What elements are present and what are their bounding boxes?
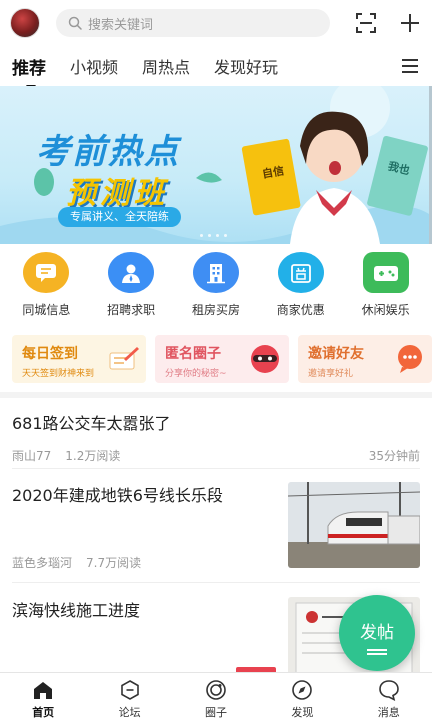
bottom-nav: 首页 论坛 圈子 发现 消息 (0, 672, 432, 720)
post-button-lines-icon (367, 648, 387, 651)
tab-discover-fun[interactable]: 发现好玩 (214, 54, 278, 78)
banner-title-line2: 预测班 (66, 176, 168, 211)
daily-checkin-card[interactable]: 每日签到 天天签到财神来到 (12, 335, 146, 383)
circle-icon (206, 680, 226, 700)
banner-tagline: 专属讲义、全天陪练 (58, 207, 181, 227)
banner-title-line1: 考前热点 (36, 132, 180, 172)
nav-label: 圈子 (204, 706, 227, 719)
nav-circle[interactable]: 圈子 (186, 673, 246, 720)
feed-time: 35分钟前 (368, 449, 420, 463)
quick-entry-housing[interactable]: 租房买房 (177, 252, 255, 318)
feed-title: 681路公交车太嚣张了 (12, 414, 171, 433)
nav-home[interactable]: 首页 (13, 673, 73, 720)
feed-meta: 蓝色多瑙河 7.7万阅读 (12, 554, 155, 571)
plus-icon[interactable] (398, 11, 422, 35)
feed-item[interactable]: 2020年建成地铁6号线长乐段 蓝色多瑙河 7.7万阅读 (12, 482, 420, 574)
feed-divider (12, 582, 420, 583)
pagination-dot (200, 234, 203, 237)
anonymous-circle-card[interactable]: 匿名圈子 分享你的秘密~ (155, 335, 289, 383)
pencil-icon (109, 347, 139, 370)
category-tabs: 推荐 小视频 周热点 发现好玩 (0, 46, 432, 88)
quick-entry-merchant-deals[interactable]: 商家优惠 (262, 252, 340, 318)
post-button[interactable]: 发帖 (339, 595, 415, 671)
search-icon (68, 16, 82, 30)
chat-bubble-icon (398, 345, 422, 373)
quick-entry-row: 同城信息 招聘求职 租房买房 商家优惠 休闲娱乐 (0, 252, 432, 318)
nav-messages[interactable]: 消息 (359, 673, 419, 720)
quick-entry-local-info[interactable]: 同城信息 (7, 252, 85, 318)
tab-recommend[interactable]: 推荐 (12, 54, 46, 88)
feed-item[interactable]: 681路公交车太嚣张了 雨山77 1.2万阅读 35分钟前 (12, 410, 420, 464)
section-divider (0, 392, 432, 398)
feed-divider (12, 468, 420, 469)
post-button-label: 发帖 (360, 622, 394, 643)
nav-label: 消息 (377, 706, 400, 719)
nav-label: 首页 (32, 706, 55, 719)
message-icon (378, 680, 399, 701)
promo-banner[interactable]: 考前热点 预测班 专属讲义、全天陪练 自信 我也 (0, 86, 432, 244)
feed-author: 蓝色多瑙河 (12, 556, 73, 570)
search-input[interactable]: 搜索关键词 (56, 9, 330, 37)
feature-cards: 每日签到 天天签到财神来到 匿名圈子 分享你的秘密~ 邀请好友 邀请享好礼 (12, 335, 432, 383)
game-icon (362, 252, 409, 293)
compass-icon (292, 680, 313, 700)
quick-entry-label: 休闲娱乐 (361, 303, 410, 317)
quick-entry-leisure[interactable]: 休闲娱乐 (347, 252, 425, 318)
avatar[interactable] (10, 8, 40, 38)
feed-author: 雨山77 (12, 449, 52, 463)
person-icon (108, 252, 155, 293)
tab-weekly-hot[interactable]: 周热点 (142, 54, 190, 78)
tab-short-video[interactable]: 小视频 (70, 54, 118, 78)
pagination-dot (224, 234, 227, 237)
scan-icon[interactable] (354, 11, 378, 35)
feed-reads: 7.7万阅读 (86, 556, 142, 570)
nav-discover[interactable]: 发现 (272, 673, 332, 720)
search-placeholder: 搜索关键词 (88, 17, 154, 33)
quick-entry-label: 租房买房 (191, 303, 240, 317)
home-icon (34, 682, 53, 699)
quick-entry-label: 招聘求职 (107, 303, 156, 317)
feed-title: 2020年建成地铁6号线长乐段 (12, 486, 223, 505)
building-icon (192, 252, 239, 293)
quick-entry-jobs[interactable]: 招聘求职 (92, 252, 170, 318)
quick-entry-label: 商家优惠 (276, 303, 325, 317)
feed-thumbnail (288, 482, 420, 568)
chat-bubble-icon (23, 252, 70, 293)
nav-label: 论坛 (118, 706, 141, 719)
pagination-dot (216, 234, 219, 237)
nav-forum[interactable]: 论坛 (100, 673, 160, 720)
feed-title: 滨海快线施工进度 (12, 601, 141, 620)
quick-entry-label: 同城信息 (22, 303, 71, 317)
invite-friends-card[interactable]: 邀请好友 邀请享好礼 (298, 335, 432, 383)
feed-reads: 1.2万阅读 (65, 449, 121, 463)
shop-icon (277, 252, 324, 293)
feed-meta: 雨山77 1.2万阅读 35分钟前 (12, 447, 420, 464)
top-bar: 搜索关键词 (0, 0, 432, 46)
masked-face-icon (251, 345, 279, 373)
menu-icon[interactable] (401, 58, 419, 74)
banner-pagination (200, 234, 227, 237)
pagination-dot (208, 234, 211, 237)
nav-label: 发现 (291, 706, 314, 719)
forum-icon (120, 680, 139, 700)
